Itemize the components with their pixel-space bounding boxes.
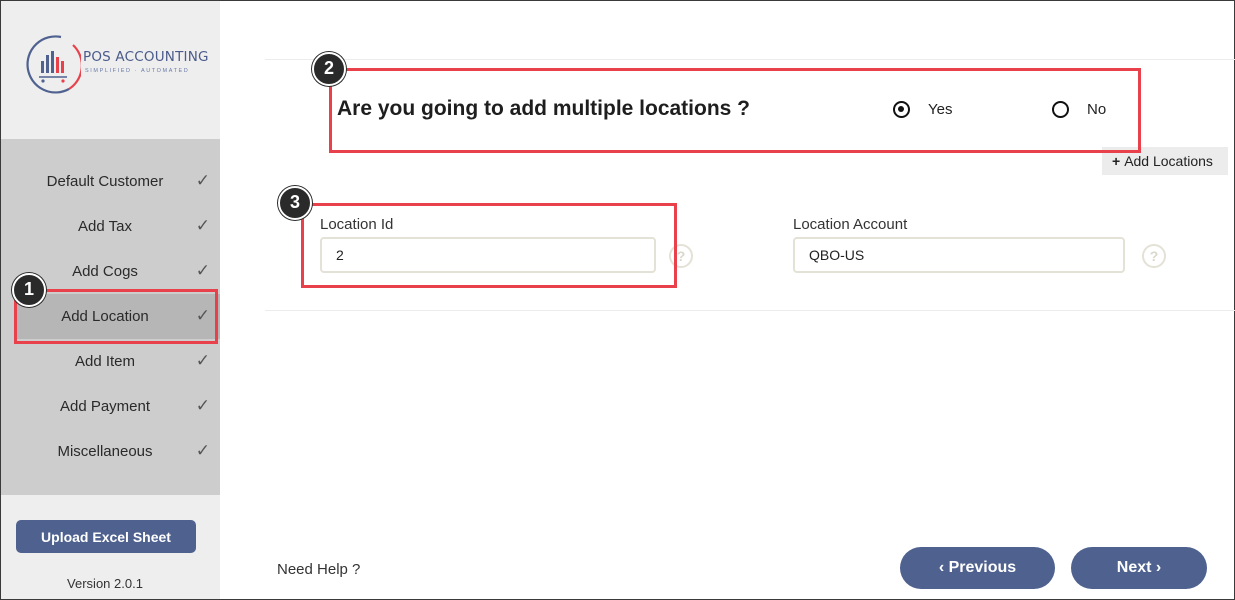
check-icon: ✓ (195, 351, 210, 370)
step-add-tax[interactable]: Add Tax ✓ (1, 204, 220, 249)
plus-icon: + (1112, 153, 1121, 169)
callout-box-3 (301, 203, 677, 288)
callout-badge-2: 2 (312, 52, 346, 86)
location-account-input[interactable] (793, 237, 1125, 273)
help-icon[interactable]: ? (1142, 244, 1166, 268)
step-label: Miscellaneous (57, 443, 153, 460)
brand-logo: POS ACCOUNTING SIMPLIFIED · AUTOMATED (21, 31, 211, 101)
check-icon: ✓ (195, 396, 210, 415)
location-account-label: Location Account (793, 216, 908, 233)
callout-badge-1: 1 (12, 273, 46, 307)
step-add-payment[interactable]: Add Payment ✓ (1, 384, 220, 429)
brand-name: POS ACCOUNTING (83, 49, 209, 65)
check-icon: ✓ (195, 441, 210, 460)
brand-tagline: SIMPLIFIED · AUTOMATED (85, 68, 190, 74)
logo-mark-icon (26, 35, 83, 94)
divider (265, 59, 1235, 60)
callout-box-2 (329, 68, 1141, 153)
step-add-item[interactable]: Add Item ✓ (1, 339, 220, 384)
callout-badge-3: 3 (278, 186, 312, 220)
step-label: Add Tax (78, 218, 132, 235)
callout-box-1 (14, 289, 218, 344)
version-label: Version 2.0.1 (67, 576, 143, 591)
previous-button[interactable]: ‹ Previous (900, 547, 1055, 589)
need-help-link[interactable]: Need Help ? (277, 561, 360, 578)
step-miscellaneous[interactable]: Miscellaneous ✓ (1, 429, 220, 474)
next-button[interactable]: Next › (1071, 547, 1207, 589)
upload-excel-button[interactable]: Upload Excel Sheet (16, 520, 196, 553)
add-locations-label: Add Locations (1124, 153, 1213, 169)
check-icon: ✓ (195, 216, 210, 235)
step-label: Add Payment (59, 398, 151, 415)
step-label: Default Customer (46, 173, 164, 190)
check-icon: ✓ (195, 171, 210, 190)
step-label: Add Item (74, 353, 136, 370)
divider (265, 310, 1235, 311)
step-default-customer[interactable]: Default Customer ✓ (1, 159, 220, 204)
check-icon: ✓ (195, 261, 210, 280)
